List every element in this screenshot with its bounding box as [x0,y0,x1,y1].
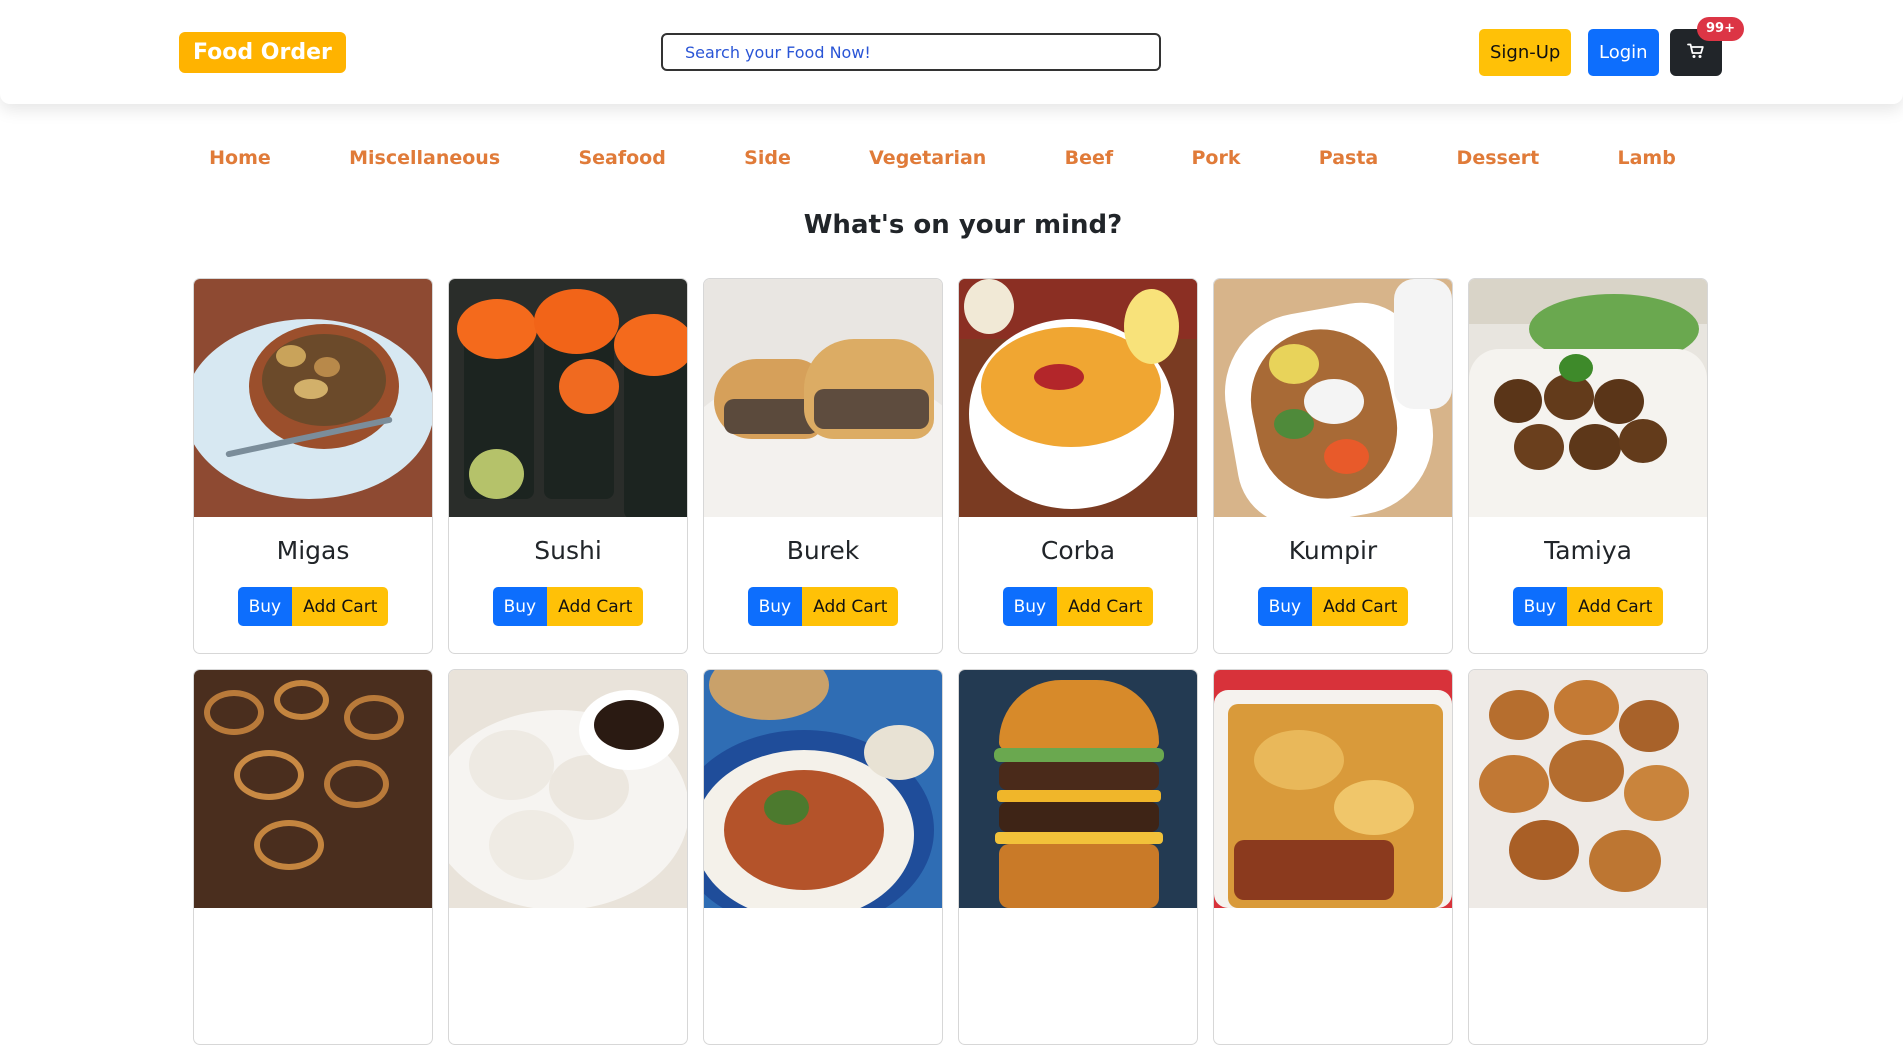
food-card: Kumpir Buy Add Cart [1213,278,1453,654]
category-link-beef[interactable]: Beef [1065,147,1114,169]
category-link-seafood[interactable]: Seafood [578,147,665,169]
food-name: Kumpir [1288,536,1378,565]
buy-button[interactable]: Buy [492,587,548,626]
card-actions: Buy Add Cart [704,587,942,626]
category-nav: Home Miscellaneous Seafood Side Vegetari… [170,143,1715,173]
add-cart-button[interactable]: Add Cart [292,587,389,626]
food-card: Burek Buy Add Cart [703,278,943,654]
food-image[interactable] [959,670,1197,908]
food-name: Burek [786,536,860,565]
buy-button[interactable]: Buy [1512,587,1568,626]
signup-button[interactable]: Sign-Up [1479,29,1572,76]
search-input[interactable] [661,33,1161,71]
food-card: Sushi Buy Add Cart [448,278,688,654]
card-actions: Buy Add Cart [449,587,687,626]
buy-button[interactable]: Buy [747,587,803,626]
food-image[interactable] [704,670,942,908]
cart-count-badge: 99+ [1697,17,1744,41]
category-link-vegetarian[interactable]: Vegetarian [869,147,986,169]
cart-icon [1687,43,1705,62]
card-actions: Buy Add Cart [194,587,432,626]
food-card [703,669,943,1045]
food-image[interactable] [194,279,432,517]
add-cart-button[interactable]: Add Cart [1057,587,1154,626]
food-card: Tamiya Buy Add Cart [1468,278,1708,654]
food-image[interactable] [1469,279,1707,517]
section-title: What's on your mind? [803,210,1123,240]
add-cart-button[interactable]: Add Cart [1567,587,1664,626]
food-image[interactable] [449,279,687,517]
login-button[interactable]: Login [1588,29,1659,76]
food-card [1468,669,1708,1045]
food-card: Corba Buy Add Cart [958,278,1198,654]
food-card [448,669,688,1045]
category-link-miscellaneous[interactable]: Miscellaneous [349,147,500,169]
category-link-lamb[interactable]: Lamb [1617,147,1675,169]
add-cart-button[interactable]: Add Cart [802,587,899,626]
card-actions: Buy Add Cart [959,587,1197,626]
add-cart-button[interactable]: Add Cart [547,587,644,626]
category-link-pasta[interactable]: Pasta [1319,147,1378,169]
add-cart-button[interactable]: Add Cart [1312,587,1409,626]
category-link-side[interactable]: Side [744,147,791,169]
food-card [193,669,433,1045]
food-image[interactable] [1469,670,1707,908]
food-card: Migas Buy Add Cart [193,278,433,654]
buy-button[interactable]: Buy [1002,587,1058,626]
buy-button[interactable]: Buy [1257,587,1313,626]
card-actions: Buy Add Cart [1469,587,1707,626]
food-image[interactable] [194,670,432,908]
food-image[interactable] [959,279,1197,517]
category-link-pork[interactable]: Pork [1191,147,1240,169]
food-image[interactable] [1214,670,1452,908]
food-card [958,669,1198,1045]
food-image[interactable] [704,279,942,517]
food-card [1213,669,1453,1045]
category-link-home[interactable]: Home [209,147,271,169]
food-image[interactable] [449,670,687,908]
card-actions: Buy Add Cart [1214,587,1452,626]
brand-logo[interactable]: Food Order [179,32,346,73]
food-name: Corba [1040,536,1116,565]
buy-button[interactable]: Buy [237,587,293,626]
top-navbar: Food Order Sign-Up Login 99+ [0,0,1903,104]
food-name: Sushi [534,536,602,565]
category-link-dessert[interactable]: Dessert [1457,147,1540,169]
food-image[interactable] [1214,279,1452,517]
food-name: Migas [276,536,350,565]
food-grid: Migas Buy Add Cart Sushi Buy Add Cart Bu… [193,278,1709,1045]
food-name: Tamiya [1544,536,1632,565]
